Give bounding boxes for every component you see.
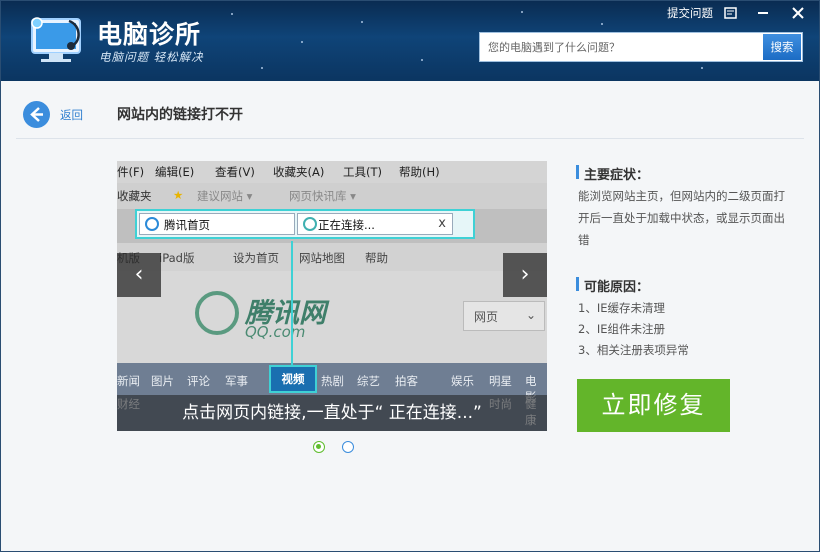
category-item: 拍客 [395,374,418,388]
menu-icon[interactable] [723,5,739,21]
menu-item: 查看(V) [215,165,255,179]
category-item: 热剧 [321,374,344,388]
link-item: 网站地图 [299,251,345,265]
cause-item: 2、IE组件未注册 [578,322,665,336]
star-decoration [701,67,703,69]
prev-arrow-button[interactable]: ‹ [117,253,161,297]
menu-item: 收藏夹(A) [273,165,325,179]
category-item: 军事 [225,374,248,388]
symptom-text: 能浏览网站主页，但网站内的二级页面打开后一直处于加载中状态，或显示页面出错 [578,189,785,247]
menu-item: 工具(T) [343,165,382,179]
category-item: 综艺 [357,374,380,388]
search-type-select: 网页 ⌄ [463,301,545,331]
qq-logo-icon [195,291,239,335]
tab-close-icon: x [438,216,446,231]
star-decoration [521,11,523,13]
fix-now-button[interactable]: 立即修复 [577,379,730,432]
app-slogan: 电脑问题 轻松解决 [99,50,204,64]
tab-label: 腾讯首页 [164,218,210,232]
browser-menubar: 件(F) 编辑(E) 查看(V) 收藏夹(A) 工具(T) 帮助(H) [117,161,547,183]
site-linkbar: 机版 iPad版 设为首页 网站地图 帮助 [117,243,547,271]
star-decoration [421,59,423,61]
site-logo-sub: QQ.com [245,323,306,341]
monitor-stethoscope-logo-icon [29,15,87,65]
app-window: 电脑诊所 电脑问题 轻松解决 提交问题 搜索 返回 网站内的链接打不开 件(F)… [0,0,820,552]
link-item: iPad版 [159,251,195,265]
illustration-screenshot: 件(F) 编辑(E) 查看(V) 收藏夹(A) 工具(T) 帮助(H) 收藏夹 … [117,161,547,431]
link-item: 帮助 [365,251,388,265]
divider [16,138,804,139]
category-item: 娱乐 [451,374,474,388]
menu-item: 编辑(E) [155,165,195,179]
carousel-dot-1[interactable] [313,441,325,453]
search-button[interactable]: 搜索 [763,34,801,60]
search-input[interactable] [480,33,764,61]
category-item: 评论 [187,374,210,388]
ie-icon [145,217,159,231]
site-content: 腾讯网 QQ.com 网页 ⌄ [117,271,547,363]
tab-tencent-home: 腾讯首页 [139,213,295,235]
menu-item: 帮助(H) [399,165,440,179]
close-icon[interactable] [790,5,806,21]
feedback-link[interactable]: 提交问题 [667,5,713,23]
category-item: 新闻 [117,374,140,388]
cause-title: 可能原因： [584,280,650,295]
tab-connecting: 正在连接... x [297,213,453,235]
fav-item: 建议网站 ▾ [197,189,253,203]
search-box: 搜索 [479,32,803,62]
category-item: 明星 [489,374,512,388]
minimize-icon[interactable] [755,5,771,21]
fav-item: 收藏夹 [117,189,152,203]
star-decoration [601,23,603,25]
star-decoration [231,13,233,15]
chevron-down-icon: ⌄ [525,308,536,322]
tab-highlight: 腾讯首页 正在连接... x [135,209,475,239]
header-bar: 电脑诊所 电脑问题 轻松解决 提交问题 搜索 [1,1,819,81]
back-link[interactable]: 返回 [60,107,83,123]
loading-icon [303,217,317,231]
cause-item: 1、IE缓存未清理 [578,301,665,315]
fav-item: 网页快讯库 ▾ [289,189,356,203]
pointer-line [291,241,293,365]
menu-item: 件(F) [117,165,145,179]
next-arrow-button[interactable]: › [503,253,547,297]
star-icon: ★ [173,188,184,202]
section-marker [576,277,579,291]
symptom-title: 主要症状： [584,168,650,183]
select-value: 网页 [474,310,499,324]
star-decoration [261,67,263,69]
video-category-highlight: 视频 [269,365,317,393]
section-marker [576,165,579,179]
cause-item: 3、相关注册表项异常 [578,343,689,357]
page-title: 网站内的链接打不开 [117,107,243,123]
star-decoration [301,41,303,43]
category-item: 图片 [151,374,174,388]
app-title: 电脑诊所 [97,20,202,49]
star-decoration [361,21,363,23]
carousel-dot-2[interactable] [342,441,354,453]
illustration-caption: 点击网页内链接,一直处于“ 正在连接...” [117,395,547,431]
tab-label: 正在连接... [318,218,375,232]
back-arrow-icon[interactable] [23,101,50,128]
link-item: 设为首页 [233,251,279,265]
browser-favbar: 收藏夹 ★ 建议网站 ▾ 网页快讯库 ▾ [117,183,547,209]
